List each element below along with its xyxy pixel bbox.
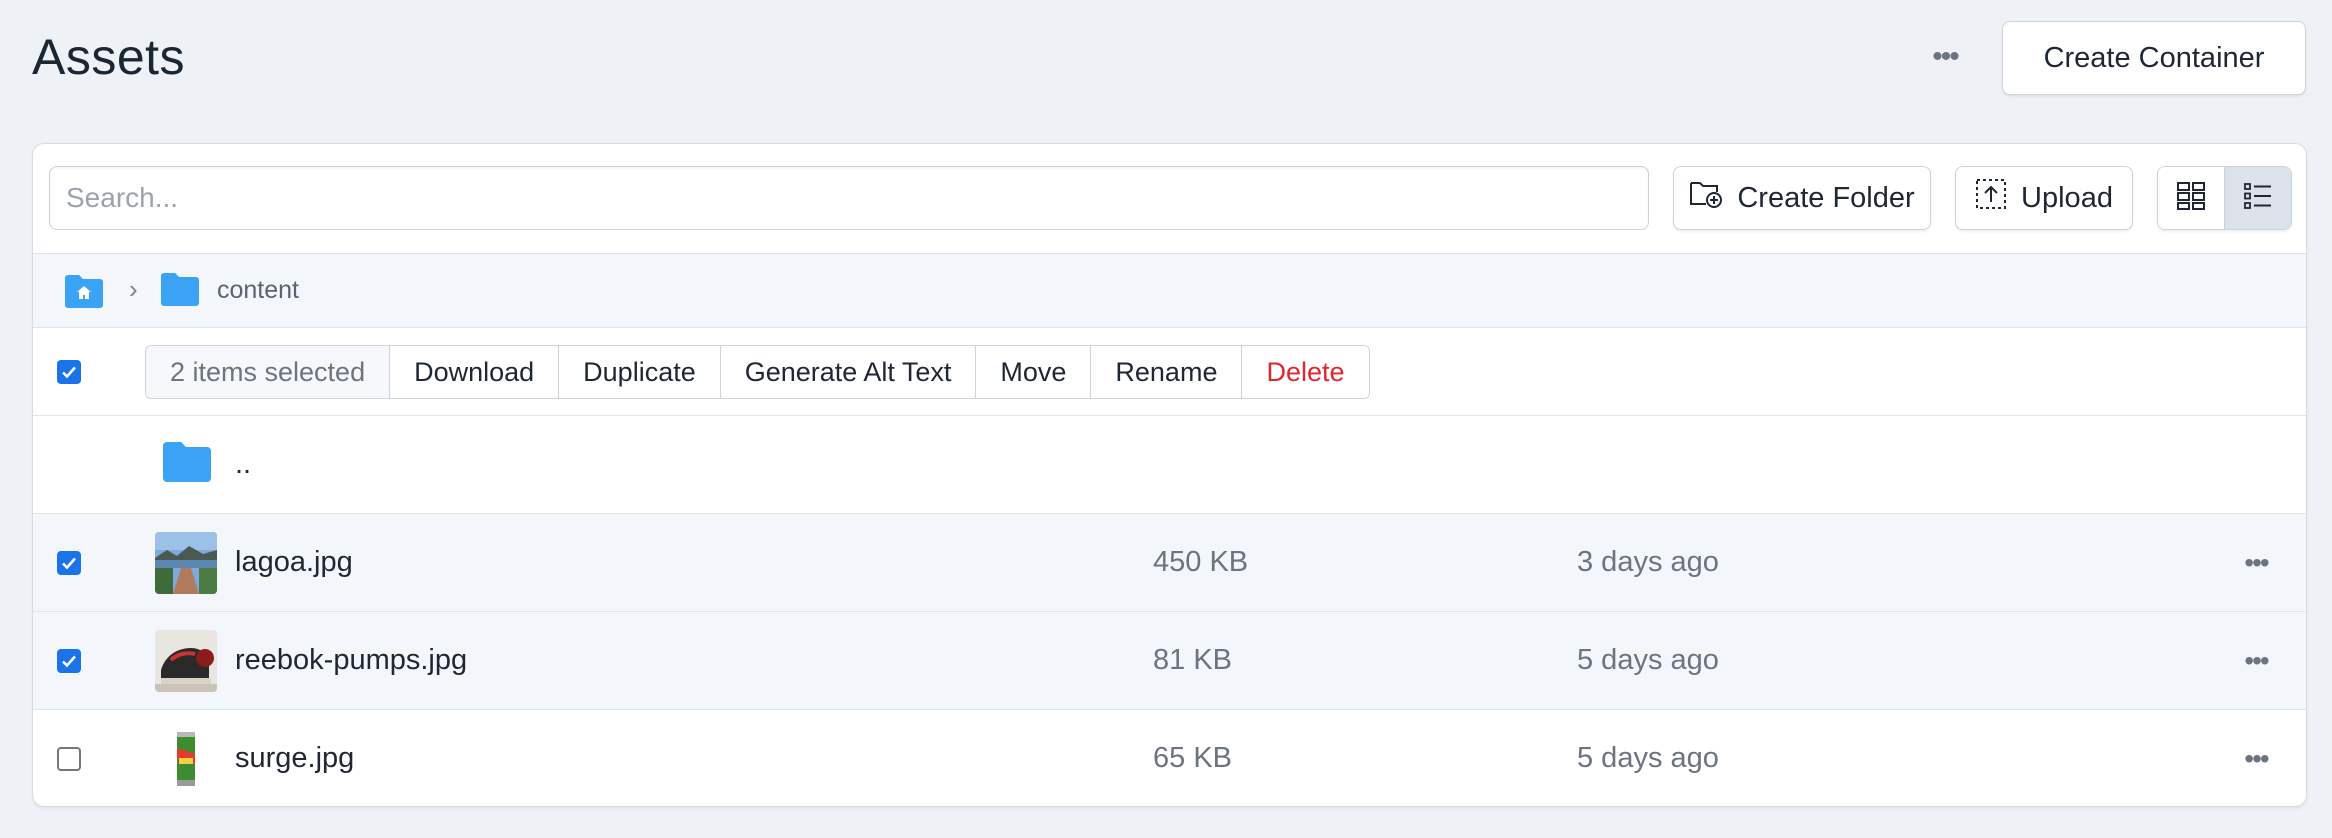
checkmark-icon xyxy=(62,557,76,570)
more-horizontal-icon[interactable]: ••• xyxy=(2233,736,2279,782)
row-checkbox[interactable] xyxy=(57,551,81,575)
parent-folder-row[interactable]: .. xyxy=(33,416,2306,514)
upload-label: Upload xyxy=(2021,181,2113,214)
checkmark-icon xyxy=(62,655,76,668)
file-name[interactable]: surge.jpg xyxy=(235,742,354,775)
table-row[interactable]: surge.jpg 65 KB 5 days ago ••• xyxy=(33,710,2306,806)
delete-button[interactable]: Delete xyxy=(1241,346,1369,398)
parent-folder-label[interactable]: .. xyxy=(235,448,251,481)
move-button[interactable]: Move xyxy=(975,346,1091,398)
checkmark-icon xyxy=(62,366,76,379)
folder-icon xyxy=(161,440,213,489)
file-size: 81 KB xyxy=(1153,644,1232,676)
folder-icon xyxy=(159,270,201,313)
table-row[interactable]: lagoa.jpg 450 KB 3 days ago ••• xyxy=(33,514,2306,612)
more-horizontal-icon[interactable]: ••• xyxy=(2233,638,2279,684)
row-checkbox[interactable] xyxy=(57,747,81,771)
bulk-action-group: 2 items selected Download Duplicate Gene… xyxy=(145,345,1370,399)
duplicate-button[interactable]: Duplicate xyxy=(558,346,720,398)
bulk-actions-bar: 2 items selected Download Duplicate Gene… xyxy=(33,328,2306,416)
create-folder-label: Create Folder xyxy=(1737,181,1915,214)
file-size: 65 KB xyxy=(1153,742,1232,774)
upload-icon xyxy=(1975,178,2007,218)
home-folder-icon[interactable] xyxy=(63,272,105,315)
grid-view-button[interactable] xyxy=(2158,167,2224,229)
breadcrumb: › content xyxy=(33,254,2306,328)
file-thumbnail xyxy=(155,532,217,594)
create-container-button[interactable]: Create Container xyxy=(2002,21,2306,95)
file-modified: 5 days ago xyxy=(1577,742,1719,774)
file-size: 450 KB xyxy=(1153,546,1249,578)
toolbar: Create Folder Upload xyxy=(33,144,2306,254)
grid-view-icon xyxy=(2176,181,2206,216)
file-thumbnail xyxy=(155,728,217,790)
search-input[interactable] xyxy=(49,166,1649,230)
create-folder-button[interactable]: Create Folder xyxy=(1673,166,1931,230)
file-modified: 3 days ago xyxy=(1577,546,1719,578)
more-horizontal-icon[interactable]: ••• xyxy=(2233,540,2279,586)
table-row[interactable]: reebok-pumps.jpg 81 KB 5 days ago ••• xyxy=(33,612,2306,710)
file-modified: 5 days ago xyxy=(1577,644,1719,676)
file-name[interactable]: lagoa.jpg xyxy=(235,546,353,579)
selection-summary: 2 items selected xyxy=(146,346,390,398)
assets-panel: Create Folder Upload xyxy=(32,143,2307,807)
folder-add-icon xyxy=(1689,179,1723,217)
list-view-icon xyxy=(2243,181,2273,216)
file-thumbnail xyxy=(155,630,217,692)
more-horizontal-icon[interactable]: ••• xyxy=(1922,34,1968,80)
view-mode-toggle xyxy=(2157,166,2292,230)
list-view-button[interactable] xyxy=(2224,167,2291,229)
breadcrumb-item-content[interactable]: content xyxy=(217,276,299,305)
select-all-checkbox[interactable] xyxy=(57,360,81,384)
file-name[interactable]: reebok-pumps.jpg xyxy=(235,644,467,677)
generate-alt-text-button[interactable]: Generate Alt Text xyxy=(719,346,976,398)
page-header: Assets ••• Create Container xyxy=(0,0,2332,118)
rename-button[interactable]: Rename xyxy=(1090,346,1242,398)
page-title: Assets xyxy=(32,29,186,85)
row-checkbox[interactable] xyxy=(57,649,81,673)
download-button[interactable]: Download xyxy=(389,346,559,398)
breadcrumb-separator: › xyxy=(129,274,138,304)
upload-button[interactable]: Upload xyxy=(1955,166,2133,230)
